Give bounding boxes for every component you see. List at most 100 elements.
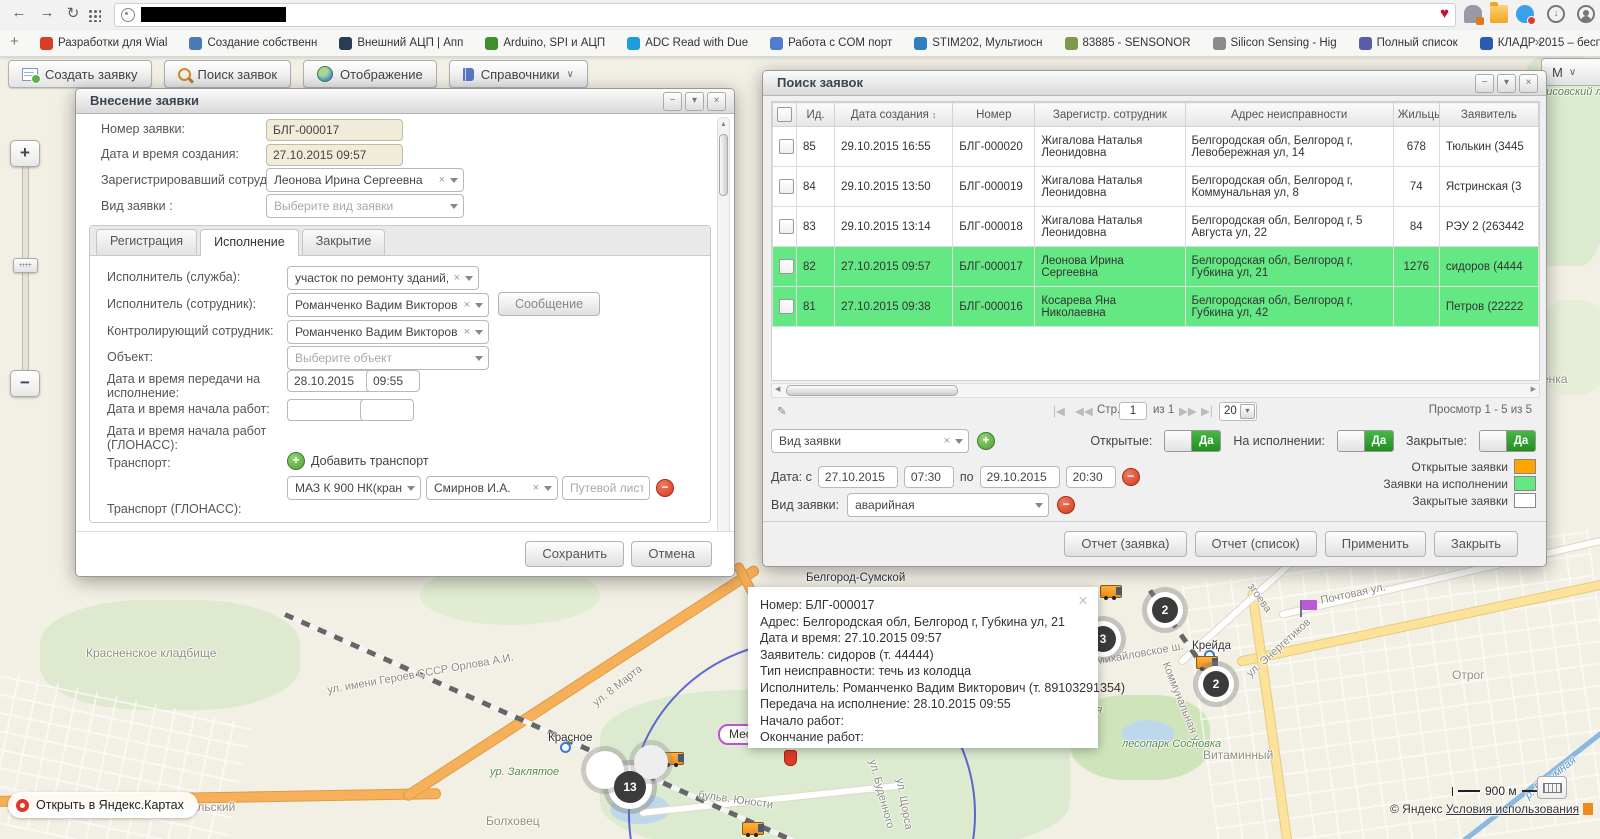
address-bar[interactable]: ♥ xyxy=(114,3,1456,27)
scroll-right-icon[interactable]: ▶ xyxy=(1531,384,1536,396)
tab-registration[interactable]: Регистрация xyxy=(96,229,198,255)
minimize-icon[interactable]: − xyxy=(1475,74,1494,93)
row-checkbox-cell[interactable] xyxy=(772,126,798,167)
next-page-icon[interactable]: ▶▶ xyxy=(1179,404,1197,418)
red-marker[interactable] xyxy=(784,750,797,766)
bookmark-item[interactable]: Silicon Sensing - Hig xyxy=(1212,36,1337,50)
transfer-time-field[interactable]: 09:55 xyxy=(366,370,420,392)
bookmark-item[interactable]: Полный список xyxy=(1358,36,1458,50)
footer-button[interactable]: Закрыть xyxy=(1433,531,1518,557)
driver-combo[interactable]: Смирнов И.А. × xyxy=(426,476,558,500)
first-page-icon[interactable]: |◀ xyxy=(1053,404,1065,418)
table-row[interactable]: 81 27.10.2015 09:38 БЛГ-000016 Косарева … xyxy=(772,286,1539,327)
closed-toggle[interactable]: Да xyxy=(1479,430,1536,452)
dropdown-arrow-icon[interactable] xyxy=(475,356,483,361)
object-combo[interactable]: Выберите объект xyxy=(287,346,489,370)
number-field[interactable]: БЛГ-000017 xyxy=(266,119,403,141)
favorites-heart-icon[interactable]: ♥ xyxy=(1440,5,1449,22)
col-number[interactable]: Номер xyxy=(952,102,1036,127)
col-id[interactable]: Ид. xyxy=(796,102,836,127)
col-residents[interactable]: Жильцы xyxy=(1392,102,1440,127)
zoom-in-button[interactable]: + xyxy=(10,140,40,167)
table-row[interactable]: 84 29.10.2015 13:50 БЛГ-000019 Жигалова … xyxy=(772,166,1539,207)
last-page-icon[interactable]: ▶| xyxy=(1201,404,1213,418)
dropdown-arrow-icon[interactable] xyxy=(450,204,458,209)
search-requests-button[interactable]: Поиск заявок xyxy=(163,60,292,88)
remove-transport-icon[interactable]: − xyxy=(656,479,674,497)
bookmark-item[interactable]: 83885 - SENSONOR xyxy=(1064,36,1191,50)
bookmark-item[interactable]: Разработки для Wial xyxy=(40,36,167,50)
remove-kind-filter-icon[interactable]: − xyxy=(1057,496,1076,514)
col-created[interactable]: Дата создания ↕ xyxy=(834,102,954,127)
row-checkbox-cell[interactable] xyxy=(772,286,798,327)
cancel-button[interactable]: Отмена xyxy=(631,541,712,567)
row-checkbox-cell[interactable] xyxy=(772,166,798,207)
dropdown-arrow-icon[interactable] xyxy=(544,486,552,491)
clear-icon[interactable]: × xyxy=(439,169,445,191)
entry-dialog-header[interactable]: Внесение заявки − ▾ × xyxy=(76,89,734,114)
controller-combo[interactable]: Романченко Вадим Викторович × xyxy=(287,320,489,344)
time-to-field[interactable]: 20:30 xyxy=(1065,466,1116,488)
purple-flag-marker[interactable] xyxy=(1300,600,1317,617)
col-address[interactable]: Адрес неисправности xyxy=(1184,102,1394,127)
dropdown-arrow-icon[interactable] xyxy=(450,178,458,183)
footer-button[interactable]: Применить xyxy=(1324,531,1426,557)
remove-date-filter-icon[interactable]: − xyxy=(1121,468,1140,486)
clear-icon[interactable]: × xyxy=(944,430,950,452)
profile-icon[interactable] xyxy=(1577,5,1595,23)
date-to-field[interactable]: 29.10.2015 xyxy=(979,466,1060,488)
checkbox[interactable] xyxy=(777,107,793,122)
new-tab-plus-icon[interactable]: + xyxy=(10,33,19,50)
clear-icon[interactable]: × xyxy=(454,267,460,289)
scroll-up-icon[interactable]: ▲ xyxy=(718,118,729,131)
dictionaries-button[interactable]: Справочники ∨ xyxy=(448,60,588,88)
dropdown-arrow-icon[interactable] xyxy=(475,330,483,335)
bookmark-item[interactable]: Работа с COM порт xyxy=(770,36,892,50)
prev-page-icon[interactable]: ◀◀ xyxy=(1075,404,1093,418)
cluster-marker[interactable]: 2 xyxy=(1198,666,1234,702)
row-checkbox-cell[interactable] xyxy=(772,206,798,247)
refresh-icon[interactable]: ↻ xyxy=(62,4,84,22)
dropdown-arrow-icon[interactable] xyxy=(955,439,963,444)
service-combo[interactable]: участок по ремонту зданий,соор... × xyxy=(287,266,479,290)
save-button[interactable]: Сохранить xyxy=(525,541,624,567)
checkbox[interactable] xyxy=(779,139,794,154)
checkbox[interactable] xyxy=(779,179,794,194)
select-all-header[interactable] xyxy=(772,102,798,127)
minimize-icon[interactable]: − xyxy=(663,92,682,111)
clear-icon[interactable]: × xyxy=(533,477,539,499)
dropdown-arrow-icon[interactable] xyxy=(475,303,483,308)
close-icon[interactable]: × xyxy=(1519,74,1538,93)
apps-grid-icon[interactable] xyxy=(88,9,101,22)
table-hscrollbar[interactable]: ◀ ▶ xyxy=(771,383,1540,398)
scroll-thumb[interactable] xyxy=(786,385,958,396)
table-row[interactable]: 82 27.10.2015 09:57 БЛГ-000017 Леонова И… xyxy=(772,246,1539,287)
exec-toggle[interactable]: Да xyxy=(1336,430,1394,452)
page-size-select[interactable]: 20 ▾ xyxy=(1219,402,1257,421)
truck-marker[interactable] xyxy=(742,822,764,837)
dropdown-arrow-icon[interactable] xyxy=(407,486,415,491)
checkbox[interactable] xyxy=(779,299,794,314)
scroll-thumb[interactable] xyxy=(719,134,728,196)
scroll-left-icon[interactable]: ◀ xyxy=(775,384,780,396)
restore-icon[interactable]: ▾ xyxy=(685,92,704,111)
add-filter-icon[interactable]: + xyxy=(977,432,995,450)
clear-icon[interactable]: × xyxy=(464,294,470,316)
create-request-button[interactable]: Создать заявку xyxy=(8,60,152,88)
cluster-marker[interactable]: 2 xyxy=(1147,592,1183,628)
partial-toolbar-button[interactable]: М ∨ xyxy=(1541,58,1600,86)
add-transport-link[interactable]: + Добавить транспорт xyxy=(287,452,429,470)
extension-badge-icon[interactable] xyxy=(1516,5,1536,25)
bookmark-item[interactable]: STIM202, Мультиосн xyxy=(914,36,1043,50)
checkbox[interactable] xyxy=(779,259,794,274)
start-time-field[interactable] xyxy=(360,399,414,421)
vehicle-combo[interactable]: МАЗ К 900 НК(кран) xyxy=(287,476,421,500)
col-registrar[interactable]: Зарегистр. сотрудник xyxy=(1034,102,1186,127)
bookmark-item[interactable]: Внешний АЦП | Апп xyxy=(339,36,463,50)
table-row[interactable]: 83 29.10.2015 13:14 БЛГ-000018 Жигалова … xyxy=(772,206,1539,247)
message-button[interactable]: Сообщение xyxy=(498,292,601,316)
date-from-field[interactable]: 27.10.2015 xyxy=(817,466,898,488)
start-date-field[interactable] xyxy=(287,399,367,421)
extension-ghost-icon[interactable] xyxy=(1464,5,1484,25)
cluster-marker[interactable]: 13 xyxy=(586,745,668,809)
